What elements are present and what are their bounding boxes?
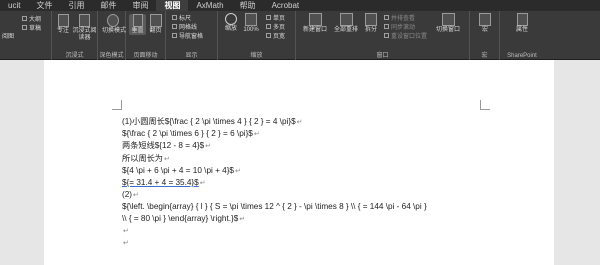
arrange-all-button[interactable]: 全部重排 — [331, 13, 361, 34]
sync-scroll-icon — [384, 24, 389, 29]
switch-windows-icon — [441, 13, 455, 26]
immersive-group-label: 沉浸式 — [65, 53, 84, 59]
switch-windows-button[interactable]: 切换窗口 — [432, 13, 464, 34]
gridlines-checkbox-box — [172, 24, 177, 29]
properties-icon — [516, 13, 528, 26]
zoom-100-icon — [245, 13, 257, 26]
immersive-reader-button[interactable]: 沉浸式阅读器 — [72, 14, 97, 42]
side-by-side-icon — [384, 15, 389, 20]
show-group: 标尺 网格线 导航窗格 显示 — [166, 11, 218, 60]
macros-button[interactable]: 宏 — [476, 13, 494, 34]
focus-icon — [57, 14, 69, 27]
margin-corner-top-left — [112, 100, 122, 110]
view-side-by-side-button[interactable]: 并排查看 — [384, 13, 415, 22]
document-page[interactable]: (1)小圆周长${\frac { 2 \pi \times 4 } { 2 } … — [44, 60, 554, 265]
dark-mode-group: 切换模式 深色模式 — [98, 11, 126, 60]
document-line: ${= 31.4 + 4 = 35.4}$↵ — [122, 178, 206, 188]
tab-acrobat[interactable]: Acrobat — [264, 0, 308, 11]
one-page-icon — [266, 15, 271, 20]
navigation-pane-checkbox[interactable]: 导航窗格 — [172, 31, 203, 40]
ruler-checkbox[interactable]: 标尺 — [172, 13, 191, 22]
arrange-all-icon — [339, 13, 353, 26]
dark-mode-group-label: 深色模式 — [99, 53, 124, 59]
ruler-checkbox-box — [172, 15, 177, 20]
multiple-pages-icon — [266, 24, 271, 29]
tab-view[interactable]: 视图 — [156, 0, 189, 11]
tab-references[interactable]: 引用 — [60, 0, 92, 11]
side-to-side-icon — [149, 14, 162, 27]
vertical-button[interactable]: 垂直 — [129, 14, 146, 35]
tab-axmath[interactable]: AxMath — [188, 0, 231, 11]
split-icon — [365, 13, 377, 26]
zoom-group-label: 缩放 — [250, 53, 263, 59]
reset-window-position-button[interactable]: 重设窗口位置 — [384, 31, 427, 40]
sharepoint-group-label: SharePoint — [507, 53, 537, 59]
macro-icon — [479, 13, 491, 26]
document-line: (2)↵ — [122, 190, 139, 200]
navigation-pane-checkbox-box — [172, 33, 177, 38]
sharepoint-group: 属性 SharePoint — [500, 11, 544, 60]
document-line: ${\left. \begin{array} { l } { S = \pi \… — [122, 202, 427, 212]
tab-review[interactable]: 审阅 — [124, 0, 156, 11]
zoom-100-button[interactable]: 100% — [241, 13, 261, 34]
document-line: (1)小圆周长${\frac { 2 \pi \times 4 } { 2 } … — [122, 117, 303, 126]
document-line: \\ { = 80 \pi } \end{array} \right.}$↵ — [122, 213, 246, 223]
moon-icon — [107, 14, 119, 27]
immersive-reader-icon — [79, 14, 90, 27]
switch-mode-button[interactable]: 切换模式 — [102, 14, 126, 35]
synchronous-scrolling-button[interactable]: 同步滚动 — [384, 22, 415, 31]
window-group-label: 窗口 — [376, 53, 389, 59]
ribbon: 阅图 大纲 草稿 专注 沉浸式阅读器 沉浸式 切换模式 深色模式 垂直 翻页 页… — [0, 11, 600, 60]
page-movement-group-label: 页面移动 — [133, 53, 158, 59]
page-width-button[interactable]: 页宽 — [266, 31, 285, 40]
ribbon-tab-bar: ucit 文件 引用 邮件 审阅 视图 AxMath 帮助 Acrobat — [0, 0, 600, 11]
tab-file[interactable]: 文件 — [28, 0, 60, 11]
one-page-button[interactable]: 单页 — [266, 13, 285, 22]
margin-corner-top-right — [480, 100, 490, 110]
read-mode-item[interactable]: 阅图 — [2, 31, 14, 40]
gridlines-checkbox[interactable]: 网格线 — [172, 22, 197, 31]
tab-ucit[interactable]: ucit — [0, 0, 28, 11]
document-line: ${4 \pi + 6 \pi + 4 = 10 \pi + 4}$↵ — [122, 165, 241, 175]
outline-icon — [22, 16, 27, 21]
draft-icon — [22, 25, 27, 30]
outline-item[interactable]: 大纲 — [22, 14, 41, 23]
draft-item[interactable]: 草稿 — [22, 23, 41, 32]
document-line: ${\frac { 2 \pi \times 6 } { 2 } = 6 \pi… — [122, 129, 260, 139]
views-group: 阅图 大纲 草稿 — [0, 11, 52, 60]
magnifier-icon — [225, 13, 237, 25]
tab-mailings[interactable]: 邮件 — [92, 0, 124, 11]
page-width-icon — [266, 33, 271, 38]
page-movement-group: 垂直 翻页 页面移动 — [126, 11, 166, 60]
multiple-pages-button[interactable]: 多页 — [266, 22, 285, 31]
show-group-label: 显示 — [185, 53, 198, 59]
reset-window-icon — [384, 33, 389, 38]
tab-help[interactable]: 帮助 — [232, 0, 264, 11]
macro-group-label: 宏 — [481, 53, 488, 59]
zoom-group: 缩放 100% 单页 多页 页宽 缩放 — [218, 11, 296, 60]
document-line: ↵ — [123, 227, 129, 235]
new-window-icon — [308, 13, 322, 26]
new-window-button[interactable]: 新建窗口 — [300, 13, 330, 34]
document-line: 所以周长为↵ — [122, 153, 170, 163]
focus-button[interactable]: 专注 — [55, 14, 71, 35]
immersive-group: 专注 沉浸式阅读器 沉浸式 — [52, 11, 98, 60]
document-line: 两条短线${12 - 8 = 4}$↵ — [122, 141, 212, 151]
window-group: 新建窗口 全部重排 拆分 并排查看 同步滚动 重设窗口位置 切换窗口 窗口 — [296, 11, 470, 60]
properties-button[interactable]: 属性 — [512, 13, 532, 34]
zoom-button[interactable]: 缩放 — [223, 13, 239, 33]
document-line: ↵ — [123, 240, 129, 248]
side-to-side-button[interactable]: 翻页 — [147, 14, 164, 35]
split-button[interactable]: 拆分 — [362, 13, 380, 34]
document-body[interactable]: (1)小圆周长${\frac { 2 \pi \times 4 } { 2 } … — [122, 116, 542, 249]
macro-group: 宏 宏 — [470, 11, 500, 60]
vertical-page-icon — [132, 14, 143, 27]
